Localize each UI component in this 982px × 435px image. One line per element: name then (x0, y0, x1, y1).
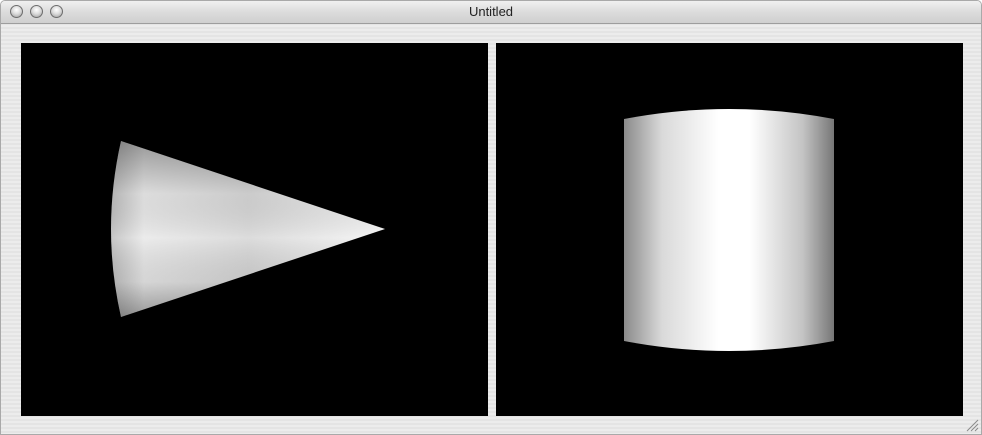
resize-grip-icon[interactable] (965, 418, 979, 432)
cone-render (111, 141, 385, 317)
title-bar[interactable]: Untitled (1, 1, 981, 24)
app-window: Untitled (0, 0, 982, 435)
cylinder-shape (624, 109, 834, 351)
cylinder-viewport[interactable] (496, 43, 963, 416)
cone-shading (111, 141, 385, 317)
cylinder-render (624, 109, 834, 351)
cone-viewport[interactable] (21, 43, 488, 416)
window-title: Untitled (468, 4, 514, 19)
